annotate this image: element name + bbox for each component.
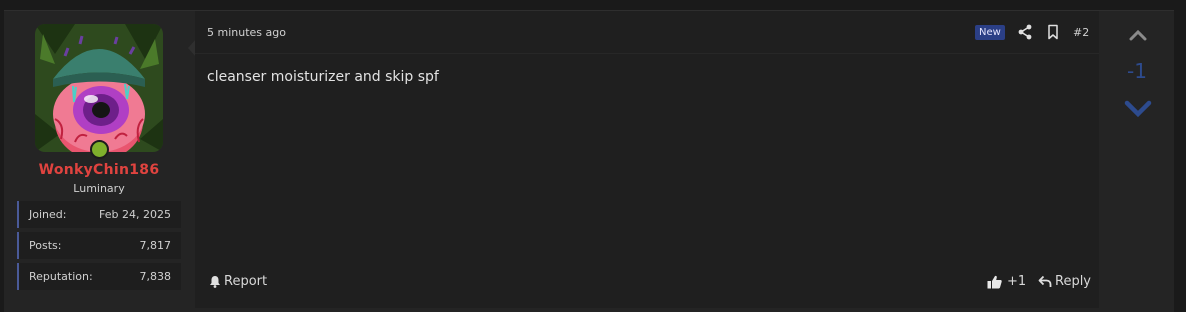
bell-icon (210, 276, 220, 288)
like-label: +1 (1007, 274, 1027, 289)
user-title: Luminary (73, 182, 125, 195)
share-icon[interactable] (1017, 24, 1033, 40)
post-timestamp[interactable]: 5 minutes ago (207, 26, 286, 39)
message-header: 5 minutes ago New #2 (195, 11, 1099, 54)
upvote-chevron-icon[interactable] (1128, 28, 1148, 42)
thumbs-up-icon (987, 275, 1002, 288)
user-info-panel: WonkyChin186 Luminary Joined: Feb 24, 20… (4, 11, 189, 312)
message-panel: 5 minutes ago New #2 cleanser moisturize… (195, 11, 1099, 308)
report-button[interactable]: Report (209, 274, 267, 289)
new-badge: New (975, 25, 1005, 40)
bookmark-icon[interactable] (1045, 24, 1061, 40)
avatar-wrapper[interactable] (35, 24, 163, 159)
stat-value: 7,838 (139, 270, 172, 283)
post-number-link[interactable]: #2 (1073, 26, 1089, 39)
stat-label: Posts: (29, 239, 62, 252)
stat-label: Joined: (29, 208, 67, 221)
stat-joined: Joined: Feb 24, 2025 (17, 201, 181, 228)
post-container: WonkyChin186 Luminary Joined: Feb 24, 20… (4, 10, 1174, 312)
username[interactable]: WonkyChin186 (4, 162, 194, 178)
stat-reputation: Reputation: 7,838 (17, 263, 181, 290)
downvote-chevron-icon[interactable] (1124, 98, 1152, 118)
stat-posts: Posts: 7,817 (17, 232, 181, 259)
reply-button[interactable]: Reply (1038, 274, 1091, 289)
avatar[interactable] (35, 24, 163, 152)
vote-panel: -1 (1100, 11, 1174, 308)
report-label: Report (224, 274, 268, 289)
stat-value: 7,817 (139, 239, 172, 252)
reply-arrow-icon (1038, 275, 1052, 287)
post-body: cleanser moisturizer and skip spf (207, 69, 439, 85)
stat-label: Reputation: (29, 270, 93, 283)
like-button[interactable]: +1 (987, 274, 1026, 289)
online-status-indicator (90, 140, 109, 159)
reply-label: Reply (1055, 274, 1092, 289)
vote-score: -1 (1127, 59, 1147, 83)
stat-value: Feb 24, 2025 (99, 208, 171, 221)
